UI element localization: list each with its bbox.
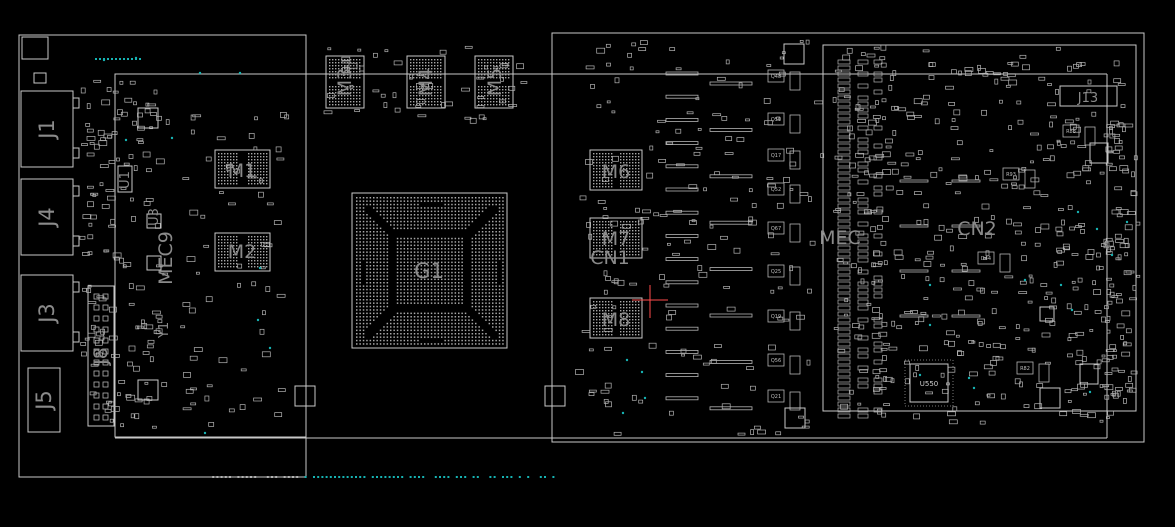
part-label-d1: D44 — [981, 256, 991, 262]
label-j3: J3 — [35, 303, 59, 325]
label-u3: U3 — [147, 208, 162, 226]
label-m4: M4 — [415, 68, 437, 96]
label-cn1: CN1 — [590, 247, 630, 269]
part-label-q7: Q19 — [771, 314, 781, 320]
label-mec-right: MEC — [819, 227, 861, 249]
label-g1: G1 — [414, 259, 444, 283]
part-label-q3: Q17 — [771, 153, 781, 159]
label-cn2: CN2 — [957, 218, 997, 240]
part-label-q9: Q21 — [771, 394, 781, 400]
label-m8: M8 — [602, 309, 630, 331]
part-label-r1: R93 — [1006, 172, 1016, 178]
part-label-q8: Q56 — [771, 358, 781, 364]
part-label-q5: Q67 — [771, 226, 781, 232]
label-j13: J13 — [1077, 91, 1098, 106]
part-label-r2: R83 — [1066, 129, 1076, 135]
label-j5: J5 — [32, 390, 56, 412]
label-m1: M1 — [228, 160, 256, 182]
label-m2: M2 — [228, 241, 256, 263]
part-label-q4: Q52 — [771, 187, 781, 193]
label-j1: J1 — [35, 119, 59, 141]
label-y1: Y1 — [157, 322, 172, 339]
label-m3: M3 — [334, 68, 356, 96]
label-j8: J8 — [90, 347, 112, 366]
part-label-r3: R82 — [1020, 366, 1030, 372]
label-m5: M5 — [484, 68, 506, 96]
part-label-q1: Q48 — [771, 74, 781, 80]
part-label-q6: Q25 — [771, 269, 781, 275]
part-label-q2: Q50 — [771, 117, 781, 123]
label-mec-left: MEC9 — [155, 231, 177, 285]
label-j4: J4 — [35, 207, 59, 229]
label-m6: M6 — [602, 161, 630, 183]
label-u550: U550 — [920, 380, 938, 388]
pcb-layout: Q48Q50Q17Q52Q67Q25Q19Q56Q21D44R93R83R82 … — [0, 0, 1175, 527]
label-u1: U1 — [118, 171, 133, 189]
